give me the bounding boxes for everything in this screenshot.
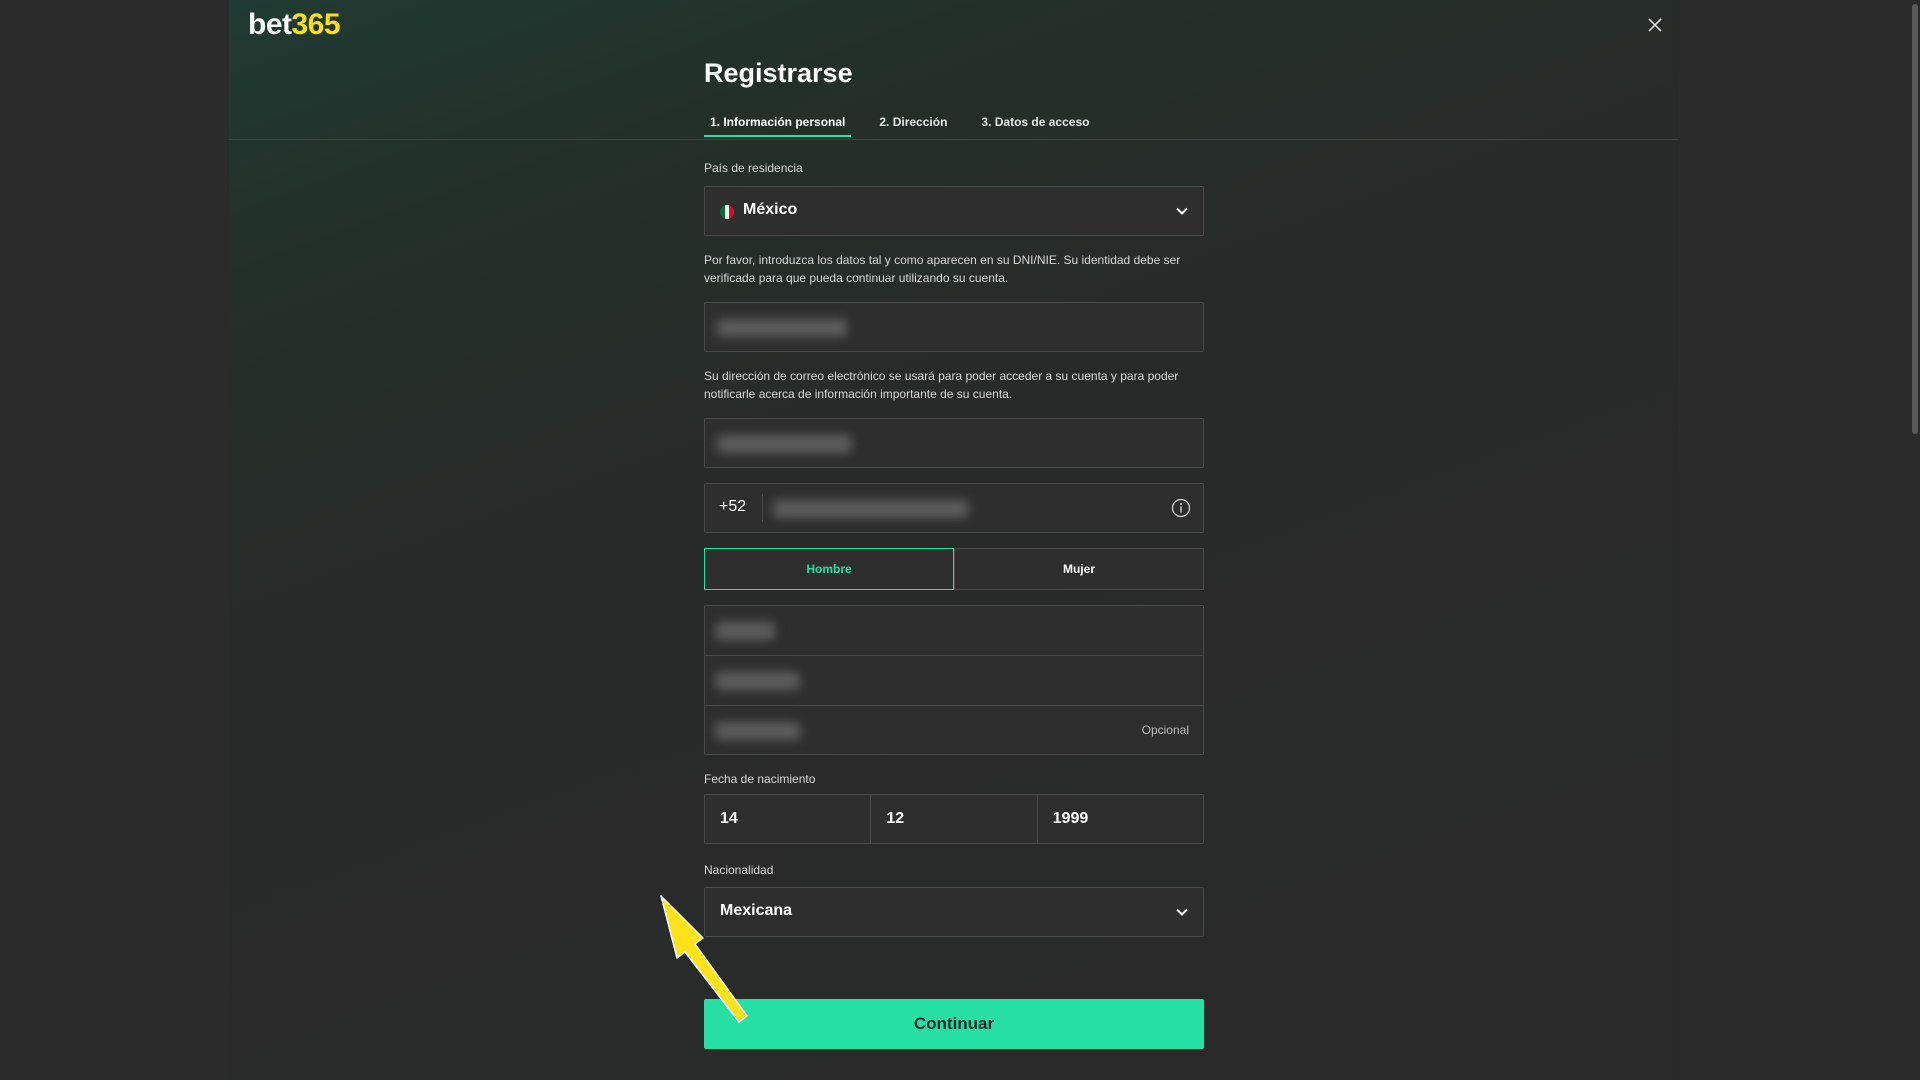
gender-mujer-button[interactable]: Mujer	[954, 548, 1204, 590]
chevron-down-icon	[1176, 908, 1188, 916]
dob-label: Fecha de nacimiento	[704, 772, 816, 786]
email-help-text: Su dirección de correo electrónico se us…	[704, 369, 1179, 401]
second-surname-field[interactable]: Opcional	[705, 706, 1203, 756]
gender-selector: Hombre Mujer	[704, 548, 1204, 590]
tab-datos-de-acceso[interactable]: 3. Datos de acceso	[975, 112, 1095, 137]
mexico-flag-icon	[720, 205, 734, 219]
page-background-left	[0, 0, 229, 1080]
redacted-value	[715, 672, 800, 690]
country-label: País de residencia	[704, 161, 803, 175]
chevron-down-icon	[1176, 207, 1188, 215]
close-icon[interactable]	[1644, 14, 1666, 36]
tab-informacion-personal[interactable]: 1. Información personal	[704, 112, 852, 137]
gender-hombre-button[interactable]: Hombre	[704, 548, 954, 590]
registration-steps: 1. Información personal 2. Dirección 3. …	[704, 112, 1117, 140]
phone-country-code[interactable]: +52	[719, 498, 746, 516]
continue-button[interactable]: Continuar	[704, 999, 1204, 1049]
redacted-value	[715, 622, 775, 640]
dob-day-input[interactable]: 14	[705, 795, 870, 843]
first-name-field[interactable]	[705, 606, 1203, 656]
redacted-value	[717, 435, 852, 453]
info-icon[interactable]	[1171, 498, 1191, 518]
first-surname-field[interactable]	[705, 656, 1203, 706]
name-fields: Opcional	[704, 605, 1204, 755]
identity-help-text: Por favor, introduzca los datos tal y co…	[704, 253, 1181, 285]
bet365-logo: bet365	[248, 8, 341, 41]
phone-separator	[762, 494, 763, 522]
page-title: Registrarse	[704, 58, 853, 88]
phone-field[interactable]: +52	[704, 483, 1204, 533]
dob-month-input[interactable]: 12	[870, 795, 1036, 843]
dob-year-input[interactable]: 1999	[1036, 795, 1203, 843]
scrollbar-thumb[interactable]	[1912, 4, 1918, 434]
country-value: México	[743, 201, 798, 218]
email-field[interactable]	[704, 418, 1204, 468]
nationality-select[interactable]: Mexicana	[704, 887, 1204, 937]
optional-label: Opcional	[1141, 723, 1189, 737]
redacted-value	[715, 722, 800, 740]
tab-direccion[interactable]: 2. Dirección	[873, 112, 953, 137]
country-select[interactable]: México	[704, 186, 1204, 236]
pointer-arrow-icon	[660, 895, 748, 1023]
tabs-divider	[229, 139, 1679, 140]
date-of-birth-field: 14 12 1999	[704, 794, 1204, 844]
redacted-value	[773, 500, 968, 518]
nationality-label: Nacionalidad	[704, 863, 774, 877]
document-number-field[interactable]	[704, 302, 1204, 352]
page-background-right	[1679, 0, 1920, 1080]
redacted-value	[717, 319, 847, 337]
